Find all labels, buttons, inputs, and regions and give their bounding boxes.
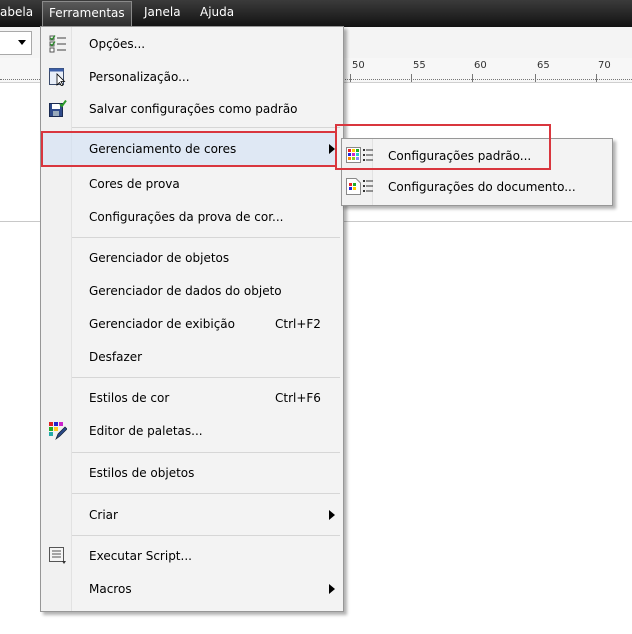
menu-item-label: Cores de prova (89, 177, 180, 191)
menu-item-label: Gerenciador de objetos (89, 251, 230, 265)
menu-item-macros[interactable]: Macros (41, 574, 343, 604)
chevron-down-icon (18, 40, 26, 45)
shortcut-label: Ctrl+F6 (275, 391, 321, 405)
menu-item-gerenciador-objetos[interactable]: Gerenciador de objetos (41, 243, 343, 273)
ruler-tick (411, 74, 412, 82)
menu-item-label: Desfazer (89, 350, 143, 364)
palette-editor-icon (49, 422, 68, 441)
menu-item-label: Opções... (89, 37, 146, 51)
submenu-item-highlight (335, 124, 551, 170)
menu-separator (72, 493, 340, 494)
menu-ajuda[interactable]: Ajuda (194, 0, 240, 25)
submenu-arrow-icon (329, 584, 335, 594)
menu-item-editor-paletas[interactable]: Editor de paletas... (41, 416, 343, 446)
shortcut-label: Ctrl+F2 (275, 317, 321, 331)
script-icon (49, 547, 67, 565)
menu-item-label: Gerenciamento de cores (89, 142, 237, 156)
submenu-item-config-documento[interactable]: Configurações do documento... (342, 172, 612, 202)
ruler-tick-label: 65 (537, 60, 550, 71)
menu-item-gerenciamento-cores[interactable]: Gerenciamento de cores (41, 134, 343, 164)
menu-item-estilos-cor[interactable]: Estilos de cor Ctrl+F6 (41, 383, 343, 413)
submenu-item-label: Configurações do documento... (388, 180, 576, 194)
ruler-tick-label: 70 (598, 60, 611, 71)
menu-item-executar-script[interactable]: Executar Script... (41, 541, 343, 571)
menu-item-label: Macros (89, 582, 132, 596)
menu-item-gerenciador-exibicao[interactable]: Gerenciador de exibição Ctrl+F2 (41, 309, 343, 339)
checklist-icon (49, 35, 67, 53)
menu-ferramentas[interactable]: Ferramentas (42, 1, 132, 26)
menu-item-label: Executar Script... (89, 549, 192, 563)
menu-item-label: Gerenciador de exibição (89, 317, 235, 331)
menu-item-cores-prova[interactable]: Cores de prova (41, 169, 343, 199)
menu-item-estilos-objetos[interactable]: Estilos de objetos (41, 458, 343, 488)
menu-item-config-prova-cor[interactable]: Configurações da prova de cor... (41, 202, 343, 232)
menu-separator (72, 452, 340, 453)
ruler-tick-label: 55 (413, 60, 426, 71)
menu-tabela[interactable]: abela (0, 0, 39, 25)
submenu-arrow-icon (329, 510, 335, 520)
menu-item-label: Criar (89, 508, 118, 522)
menu-item-label: Salvar configurações como padrão (89, 102, 298, 116)
menu-bar: abela Ferramentas Janela Ajuda (0, 0, 632, 27)
menu-item-criar[interactable]: Criar (41, 500, 343, 530)
menu-item-personalizacao[interactable]: Personalização... (41, 62, 343, 92)
toolbar-dropdown[interactable] (0, 31, 32, 55)
ferramentas-menu: Opções... Personalização... Salvar confi… (40, 26, 344, 612)
menu-item-desfazer[interactable]: Desfazer (41, 342, 343, 372)
menu-item-gerenciador-dados[interactable]: Gerenciador de dados do objeto (41, 276, 343, 306)
ruler-tick (350, 74, 351, 82)
menu-separator (72, 237, 340, 238)
save-disk-icon (49, 99, 67, 118)
ruler-tick (535, 74, 536, 82)
document-color-icon (346, 178, 374, 196)
menu-item-label: Estilos de cor (89, 391, 170, 405)
customize-icon (49, 68, 67, 87)
menu-janela[interactable]: Janela (138, 0, 187, 25)
menu-item-opcoes[interactable]: Opções... (41, 29, 343, 59)
ruler-tick-label: 50 (352, 60, 365, 71)
menu-item-label: Editor de paletas... (89, 424, 203, 438)
ruler-tick (596, 74, 597, 82)
menu-separator (72, 127, 340, 128)
ruler-tick-label: 60 (474, 60, 487, 71)
menu-separator (72, 535, 340, 536)
menu-separator (72, 377, 340, 378)
menu-item-label: Configurações da prova de cor... (89, 210, 284, 224)
menu-item-label: Gerenciador de dados do objeto (89, 284, 282, 298)
ruler-tick (472, 74, 473, 82)
menu-item-salvar-configuracoes[interactable]: Salvar configurações como padrão (41, 94, 343, 124)
menu-item-label: Personalização... (89, 70, 190, 84)
menu-item-label: Estilos de objetos (89, 466, 195, 480)
